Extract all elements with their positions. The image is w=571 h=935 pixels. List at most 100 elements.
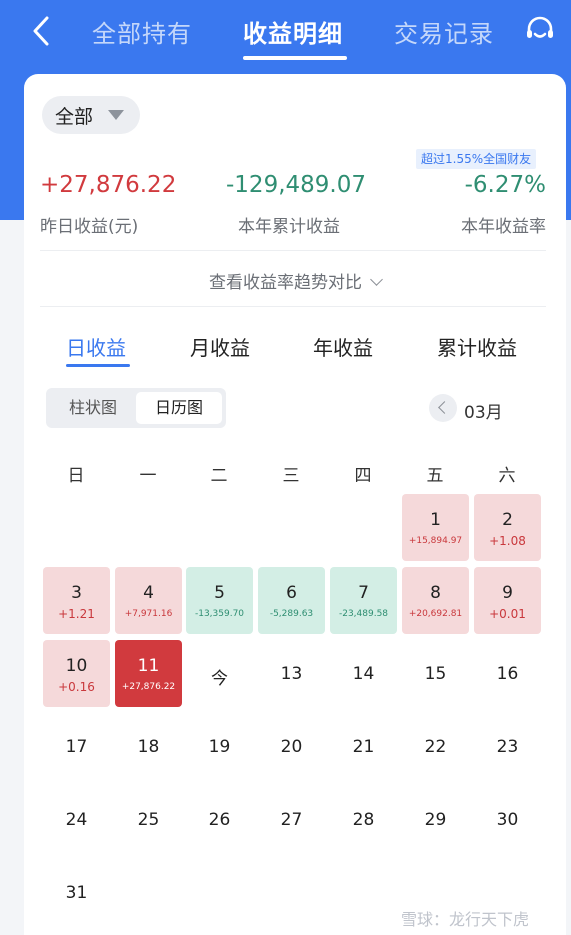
ytd-return-rate-label: 本年收益率 (461, 217, 546, 237)
yesterday-earnings-value: +27,876.22 (40, 172, 177, 198)
calendar-day[interactable]: 7 -23,489.58 (330, 567, 397, 634)
calendar-day[interactable]: 3 +1.21 (43, 567, 110, 634)
calendar-day[interactable]: 11 +27,876.22 (115, 640, 182, 707)
day-number: 9 (502, 583, 513, 603)
day-earnings: +27,876.22 (121, 682, 176, 692)
calendar-view-button[interactable]: 日历图 (136, 392, 222, 424)
day-number: 11 (137, 656, 160, 676)
day-number: 1 (430, 510, 441, 530)
weekday-label: 六 (498, 466, 516, 486)
day-number: 13 (280, 664, 303, 684)
calendar-day[interactable]: 9 +0.01 (474, 567, 541, 634)
day-number: 28 (352, 810, 375, 830)
calendar-day[interactable]: 18 (115, 713, 182, 780)
day-earnings: -13,359.70 (194, 609, 245, 619)
day-number: 30 (496, 810, 519, 830)
weekday-label: 二 (210, 466, 228, 486)
calendar-day[interactable]: 20 (258, 713, 325, 780)
day-number: 29 (424, 810, 447, 830)
ytd-earnings-label: 本年累计收益 (238, 217, 340, 237)
bar-chart-view-button[interactable]: 柱状图 (50, 392, 136, 424)
calendar-day[interactable]: 4 +7,971.16 (115, 567, 182, 634)
tab-cumulative-earnings[interactable]: 累计收益 (437, 332, 517, 361)
tab-daily-earnings[interactable]: 日收益 (66, 332, 126, 361)
divider (40, 306, 546, 307)
calendar-day[interactable]: 22 (402, 713, 469, 780)
account-filter-dropdown[interactable]: 全部 (42, 96, 140, 134)
calendar-day[interactable]: 21 (330, 713, 397, 780)
day-number: 17 (65, 737, 88, 757)
day-number: 23 (496, 737, 519, 757)
sub-tab-indicator (66, 364, 130, 367)
weekday-label: 五 (426, 466, 444, 486)
yesterday-earnings-label: 昨日收益(元) (40, 217, 139, 237)
month-label: 03月 (464, 403, 503, 423)
day-number: 25 (137, 810, 160, 830)
weekday-label: 三 (282, 466, 300, 486)
calendar-day[interactable]: 14 (330, 640, 397, 707)
caret-down-icon (108, 110, 124, 120)
calendar-day[interactable]: 26 (186, 786, 253, 853)
day-number: 7 (358, 583, 369, 603)
back-button[interactable] (28, 14, 56, 48)
calendar-day[interactable]: 23 (474, 713, 541, 780)
day-number: 27 (280, 810, 303, 830)
calendar-day[interactable]: 5 -13,359.70 (186, 567, 253, 634)
calendar-day[interactable]: 19 (186, 713, 253, 780)
day-number: 18 (137, 737, 160, 757)
day-earnings: +0.01 (489, 607, 526, 621)
calendar-day[interactable]: 2 +1.08 (474, 494, 541, 561)
day-number: 6 (286, 583, 297, 603)
calendar-day[interactable]: 15 (402, 640, 469, 707)
day-earnings: -23,489.58 (338, 609, 389, 619)
day-number: 21 (352, 737, 375, 757)
active-tab-indicator (243, 56, 347, 60)
calendar-day[interactable]: 28 (330, 786, 397, 853)
day-earnings: +7,971.16 (124, 609, 173, 619)
ytd-return-rate-value: -6.27% (464, 172, 546, 198)
day-number: 19 (208, 737, 231, 757)
chevron-left-icon (33, 16, 49, 46)
rank-badge: 超过1.55%全国财友 (416, 149, 537, 169)
view-toggle: 柱状图 日历图 (46, 388, 226, 428)
ytd-earnings-value: -129,489.07 (226, 172, 366, 198)
day-number: 26 (208, 810, 231, 830)
day-number: 5 (214, 583, 225, 603)
calendar-day[interactable]: 24 (43, 786, 110, 853)
calendar-day[interactable]: 6 -5,289.63 (258, 567, 325, 634)
day-earnings: +1.08 (489, 534, 526, 548)
calendar-day[interactable]: 25 (115, 786, 182, 853)
tab-holdings[interactable]: 全部持有 (92, 14, 192, 49)
calendar-day[interactable]: 1 +15,894.97 (402, 494, 469, 561)
day-number: 3 (71, 583, 82, 603)
calendar-day[interactable]: 17 (43, 713, 110, 780)
calendar-day[interactable]: 29 (402, 786, 469, 853)
day-earnings: -5,289.63 (269, 609, 314, 619)
calendar-day[interactable]: 今 (186, 640, 253, 707)
day-number: 20 (280, 737, 303, 757)
calendar-day[interactable]: 8 +20,692.81 (402, 567, 469, 634)
day-earnings: +15,894.97 (408, 536, 463, 546)
calendar-day[interactable]: 13 (258, 640, 325, 707)
divider (40, 250, 546, 251)
tab-monthly-earnings[interactable]: 月收益 (190, 332, 250, 361)
weekday-label: 一 (139, 466, 157, 486)
tab-transactions[interactable]: 交易记录 (394, 14, 494, 49)
calendar-day[interactable]: 31 (43, 859, 110, 926)
trend-comparison-link[interactable]: 查看收益率趋势对比 (24, 268, 566, 293)
day-number: 今 (211, 669, 228, 689)
day-earnings: +1.21 (58, 607, 95, 621)
customer-service-button[interactable] (524, 14, 556, 46)
watermark: 雪球：龙行天下虎 (401, 910, 530, 929)
tab-earnings-detail[interactable]: 收益明细 (243, 14, 343, 49)
headset-icon (527, 16, 553, 38)
previous-month-button[interactable] (429, 394, 457, 422)
calendar-day[interactable]: 30 (474, 786, 541, 853)
day-number: 2 (502, 510, 513, 530)
calendar-day[interactable]: 10 +0.16 (43, 640, 110, 707)
calendar-day[interactable]: 27 (258, 786, 325, 853)
tab-yearly-earnings[interactable]: 年收益 (313, 332, 373, 361)
day-number: 15 (424, 664, 447, 684)
calendar-day[interactable]: 16 (474, 640, 541, 707)
day-number: 24 (65, 810, 88, 830)
